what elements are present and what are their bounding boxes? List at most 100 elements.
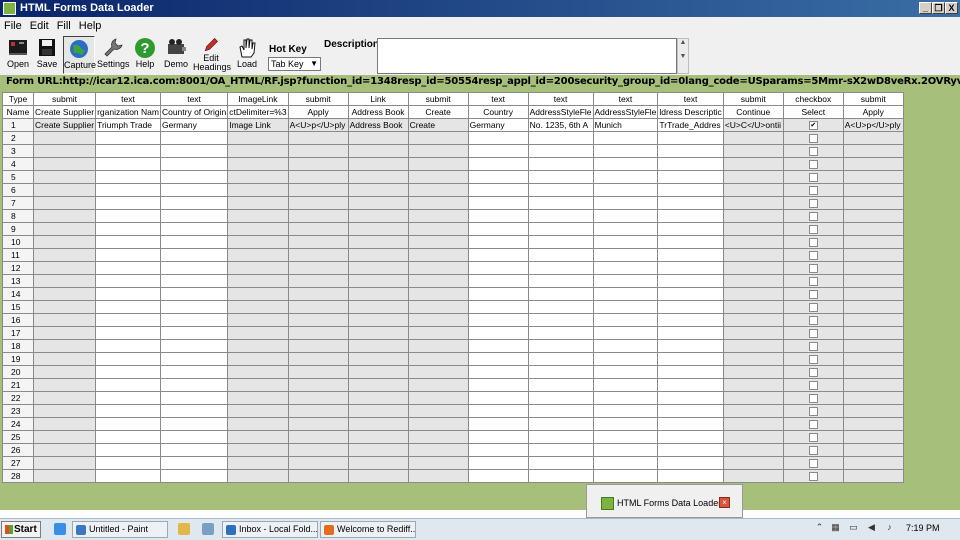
grid-cell[interactable] xyxy=(467,313,529,327)
grid-cell[interactable] xyxy=(657,157,724,171)
grid-cell[interactable] xyxy=(657,222,724,236)
grid-cell[interactable] xyxy=(467,378,529,392)
column-type[interactable]: submit xyxy=(32,92,97,106)
grid-cell[interactable]: A<U>p</U>ply xyxy=(287,118,349,132)
grid-cell[interactable] xyxy=(657,144,724,158)
grid-cell[interactable] xyxy=(32,339,97,353)
checkbox[interactable] xyxy=(808,368,818,378)
grid-cell[interactable] xyxy=(32,404,97,418)
grid-cell[interactable] xyxy=(32,365,97,379)
grid-cell[interactable] xyxy=(407,313,469,327)
grid-cell[interactable] xyxy=(32,378,97,392)
grid-cell[interactable] xyxy=(782,274,844,288)
grid-cell[interactable] xyxy=(407,157,469,171)
grid-cell[interactable] xyxy=(527,261,594,275)
grid-cell[interactable] xyxy=(592,469,659,483)
grid-cell[interactable] xyxy=(527,313,594,327)
checkbox[interactable] xyxy=(808,212,818,222)
grid-cell[interactable] xyxy=(159,222,229,236)
grid-cell[interactable] xyxy=(159,196,229,210)
grid-cell[interactable] xyxy=(287,287,349,301)
grid-cell[interactable] xyxy=(287,300,349,314)
grid-cell[interactable] xyxy=(722,274,784,288)
grid-cell[interactable] xyxy=(592,157,659,171)
grid-cell[interactable] xyxy=(722,144,784,158)
grid-cell[interactable] xyxy=(227,287,289,301)
grid-cell[interactable] xyxy=(32,287,97,301)
checkbox[interactable] xyxy=(808,342,818,352)
grid-cell[interactable] xyxy=(159,170,229,184)
grid-cell[interactable] xyxy=(32,352,97,366)
grid-cell[interactable] xyxy=(722,261,784,275)
column-type[interactable]: ImageLink xyxy=(227,92,289,106)
grid-cell[interactable] xyxy=(347,131,409,145)
start-button[interactable]: Start xyxy=(1,521,41,538)
grid-cell[interactable]: <U>C</U>ontii xyxy=(722,118,784,132)
grid-cell[interactable] xyxy=(657,235,724,249)
grid-cell[interactable] xyxy=(722,222,784,236)
grid-cell[interactable] xyxy=(95,469,161,483)
grid-cell[interactable] xyxy=(347,261,409,275)
column-name[interactable]: ctDelimiter=%3 xyxy=(227,105,289,119)
grid-cell[interactable] xyxy=(782,430,844,444)
grid-cell[interactable] xyxy=(527,196,594,210)
grid-cell[interactable] xyxy=(842,391,904,405)
grid-cell[interactable] xyxy=(842,274,904,288)
grid-cell[interactable] xyxy=(527,391,594,405)
grid-cell[interactable] xyxy=(287,417,349,431)
grid-cell[interactable] xyxy=(592,391,659,405)
grid-cell[interactable] xyxy=(722,248,784,262)
grid-cell[interactable] xyxy=(227,248,289,262)
grid-cell[interactable] xyxy=(159,248,229,262)
column-name[interactable]: AddressStyleFle xyxy=(592,105,659,119)
grid-cell[interactable] xyxy=(592,443,659,457)
column-name[interactable]: Apply xyxy=(287,105,349,119)
grid-cell[interactable] xyxy=(407,196,469,210)
grid-cell[interactable] xyxy=(842,157,904,171)
grid-cell[interactable]: Create xyxy=(407,118,469,132)
grid-cell[interactable] xyxy=(782,157,844,171)
grid-cell[interactable] xyxy=(159,209,229,223)
checkbox[interactable] xyxy=(808,277,818,287)
grid-cell[interactable] xyxy=(527,183,594,197)
grid-cell[interactable] xyxy=(467,391,529,405)
grid-cell[interactable] xyxy=(32,183,97,197)
grid-cell[interactable] xyxy=(287,131,349,145)
grid-cell[interactable] xyxy=(722,170,784,184)
checkbox[interactable] xyxy=(808,264,818,274)
grid-cell[interactable] xyxy=(347,365,409,379)
grid-cell[interactable] xyxy=(95,313,161,327)
grid-cell[interactable] xyxy=(467,183,529,197)
close-icon[interactable]: × xyxy=(719,497,730,508)
grid-cell[interactable] xyxy=(782,339,844,353)
grid-cell[interactable] xyxy=(467,222,529,236)
grid-cell[interactable] xyxy=(842,469,904,483)
grid-cell[interactable] xyxy=(95,300,161,314)
description-textarea[interactable] xyxy=(377,38,677,74)
grid-cell[interactable] xyxy=(287,222,349,236)
grid-cell[interactable] xyxy=(159,443,229,457)
grid-cell[interactable] xyxy=(657,274,724,288)
grid-cell[interactable] xyxy=(287,144,349,158)
checkbox[interactable] xyxy=(808,394,818,404)
grid-cell[interactable] xyxy=(592,183,659,197)
grid-cell[interactable] xyxy=(842,352,904,366)
grid-cell[interactable] xyxy=(467,326,529,340)
menu-fill[interactable]: Fill xyxy=(53,17,75,32)
grid-cell[interactable] xyxy=(287,456,349,470)
grid-cell[interactable] xyxy=(227,352,289,366)
grid-cell[interactable] xyxy=(159,404,229,418)
keyboard-icon[interactable]: ▭ xyxy=(848,522,859,535)
grid-cell[interactable] xyxy=(527,326,594,340)
grid-cell[interactable] xyxy=(287,196,349,210)
grid-cell[interactable] xyxy=(467,430,529,444)
grid-cell[interactable] xyxy=(407,287,469,301)
grid-cell[interactable] xyxy=(467,274,529,288)
grid-cell[interactable] xyxy=(722,404,784,418)
checkbox[interactable] xyxy=(808,472,818,482)
grid-cell[interactable] xyxy=(287,404,349,418)
edit-headings-button[interactable]: Edit Headings xyxy=(193,36,231,74)
grid-cell[interactable] xyxy=(227,430,289,444)
column-type[interactable]: submit xyxy=(842,92,904,106)
grid-cell[interactable] xyxy=(227,209,289,223)
